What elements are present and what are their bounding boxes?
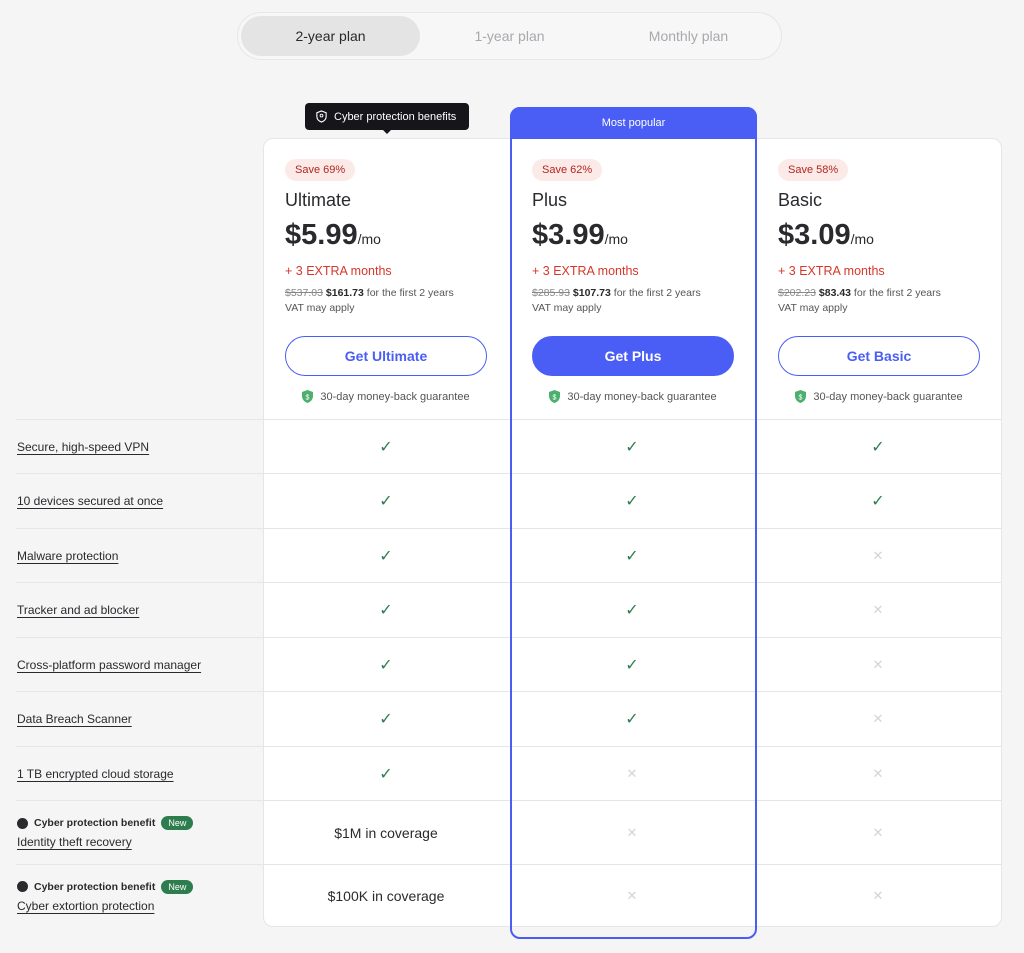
- check-icon: ✓: [379, 438, 393, 456]
- feature-row: Cyber protection benefit New Cyber extorti…: [16, 864, 1002, 927]
- cross-icon: ✕: [872, 547, 884, 563]
- money-back-guarantee: $30-day money-back guarantee: [778, 390, 980, 403]
- new-badge: New: [161, 879, 194, 894]
- tooltip-text: Cyber protection benefits: [334, 110, 457, 123]
- plan-price: $3.99/mo: [532, 219, 628, 251]
- feature-label[interactable]: Cross-platform password manager: [17, 658, 263, 672]
- check-icon: ✓: [625, 602, 639, 619]
- tab-monthly-plan[interactable]: Monthly plan: [599, 16, 778, 56]
- feature-row: Secure, high-speed VPN ✓ ✓ ✓: [16, 419, 1002, 473]
- feature-label[interactable]: Malware protection: [17, 549, 263, 563]
- check-icon: ✓: [625, 711, 639, 728]
- money-back-guarantee: $30-day money-back guarantee: [532, 390, 734, 403]
- price-detail: $537.03 $161.73 for the first 2 years VAT…: [285, 287, 454, 314]
- tab-2-year-plan[interactable]: 2-year plan: [241, 16, 420, 56]
- extra-months: + 3 EXTRA months: [532, 264, 639, 278]
- plan-card-ultimate: Save 69% Ultimate $5.99/mo + 3 EXTRA mon…: [263, 138, 509, 419]
- extra-months: + 3 EXTRA months: [778, 264, 885, 278]
- get-plus-button[interactable]: Get Plus: [532, 336, 734, 376]
- check-icon: ✓: [379, 765, 393, 783]
- plan-name: Ultimate: [285, 190, 352, 210]
- cyber-protection-tooltip: Cyber protection benefits: [305, 103, 469, 134]
- shield-user-icon: [316, 110, 327, 123]
- check-icon: ✓: [871, 438, 885, 456]
- check-icon: ✓: [379, 547, 393, 565]
- cross-icon: ✕: [872, 711, 884, 726]
- feature-row: Malware protection ✓ ✓ ✕: [16, 528, 1002, 582]
- money-back-guarantee: $30-day money-back guarantee: [285, 390, 487, 403]
- check-icon: ✓: [871, 493, 885, 510]
- check-icon: ✓: [625, 656, 639, 674]
- plan-price: $5.99/mo: [285, 219, 381, 251]
- svg-text:$: $: [306, 395, 310, 402]
- feature-row: 10 devices secured at once ✓ ✓ ✓: [16, 473, 1002, 528]
- check-icon: ✓: [625, 547, 639, 565]
- feature-row: Tracker and ad blocker ✓ ✓ ✕: [16, 582, 1002, 637]
- get-ultimate-button[interactable]: Get Ultimate: [285, 336, 487, 376]
- cyber-benefit-label: Cyber protection benefit New: [17, 816, 263, 830]
- plan-card-plus: Save 62% Plus $3.99/mo + 3 EXTRA months …: [510, 138, 756, 419]
- cross-icon: ✕: [626, 824, 638, 840]
- plan-price: $3.09/mo: [778, 219, 874, 251]
- save-badge: Save 69%: [285, 159, 356, 181]
- feature-row: Cross-platform password manager ✓ ✓ ✕: [16, 637, 1002, 691]
- get-basic-button[interactable]: Get Basic: [778, 336, 980, 376]
- coverage-value: $1M in coverage: [334, 824, 438, 841]
- coverage-value: $100K in coverage: [327, 888, 445, 904]
- feature-row: Cyber protection benefit New Identity thef…: [16, 800, 1002, 864]
- svg-text:$: $: [799, 395, 803, 402]
- plan-card-basic: Save 58% Basic $3.09/mo + 3 EXTRA months…: [756, 138, 1002, 419]
- plan-period-tabs: 2-year plan 1-year plan Monthly plan: [237, 12, 782, 60]
- check-icon: ✓: [379, 711, 393, 728]
- cross-icon: ✕: [872, 602, 884, 617]
- tab-1-year-plan[interactable]: 1-year plan: [420, 16, 599, 56]
- cross-icon: ✕: [872, 824, 884, 840]
- cyber-benefit-label: Cyber protection benefit New: [17, 879, 263, 894]
- cross-icon: ✕: [626, 765, 638, 781]
- shield-dollar-icon: $: [549, 390, 561, 403]
- plan-name: Basic: [778, 190, 823, 210]
- shield-dollar-icon: $: [795, 390, 807, 403]
- feature-label[interactable]: Identity theft recovery: [17, 835, 263, 849]
- check-icon: ✓: [379, 602, 393, 619]
- price-detail: $285.93 $107.73 for the first 2 years VAT…: [532, 287, 701, 314]
- cross-icon: ✕: [872, 888, 884, 903]
- feature-row: 1 TB encrypted cloud storage ✓ ✕ ✕: [16, 746, 1002, 800]
- feature-label[interactable]: 1 TB encrypted cloud storage: [17, 767, 263, 781]
- feature-label[interactable]: 10 devices secured at once: [17, 494, 263, 508]
- cross-icon: ✕: [872, 765, 884, 781]
- shield-icon: [17, 817, 28, 829]
- shield-dollar-icon: $: [302, 390, 314, 403]
- shield-icon: [17, 881, 28, 892]
- feature-label[interactable]: Secure, high-speed VPN: [17, 440, 263, 454]
- save-badge: Save 58%: [778, 159, 849, 181]
- svg-text:$: $: [553, 395, 557, 402]
- check-icon: ✓: [379, 656, 393, 674]
- feature-label[interactable]: Data Breach Scanner: [17, 712, 263, 726]
- extra-months: + 3 EXTRA months: [285, 264, 392, 278]
- feature-label[interactable]: Tracker and ad blocker: [17, 603, 263, 617]
- feature-row: Data Breach Scanner ✓ ✓ ✕: [16, 691, 1002, 746]
- save-badge: Save 62%: [532, 159, 603, 181]
- check-icon: ✓: [625, 493, 639, 510]
- most-popular-banner: Most popular: [510, 107, 757, 139]
- cross-icon: ✕: [626, 888, 638, 903]
- new-badge: New: [161, 816, 194, 830]
- cross-icon: ✕: [872, 656, 884, 672]
- plan-name: Plus: [532, 190, 568, 210]
- price-detail: $202.23 $83.43 for the first 2 years VAT …: [778, 287, 941, 314]
- check-icon: ✓: [625, 438, 639, 456]
- check-icon: ✓: [379, 493, 393, 510]
- feature-label[interactable]: Cyber extortion protection: [17, 899, 263, 913]
